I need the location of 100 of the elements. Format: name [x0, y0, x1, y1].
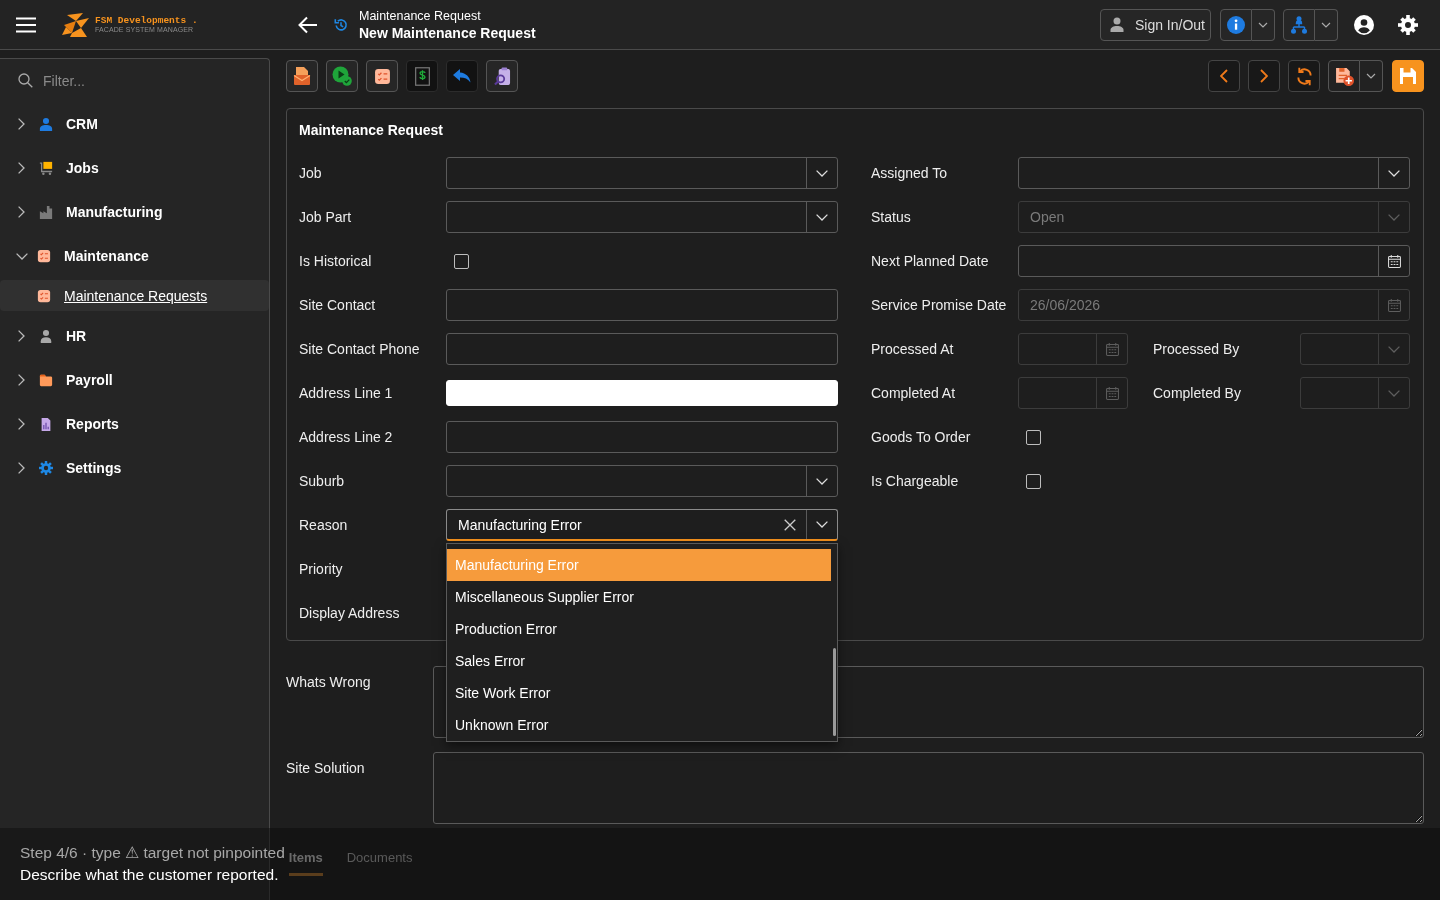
field-label: Goods To Order	[871, 429, 972, 445]
chevron-right-icon[interactable]	[18, 162, 25, 174]
nav-item[interactable]: Payroll	[0, 358, 269, 402]
previous-button[interactable]	[1208, 60, 1240, 92]
checkbox[interactable]	[1026, 429, 1041, 445]
select-field[interactable]	[446, 465, 838, 497]
info-button[interactable]	[1220, 8, 1252, 41]
checklist-icon	[37, 249, 51, 263]
org-chart-button[interactable]	[1283, 8, 1315, 41]
account-icon[interactable]	[1354, 14, 1374, 35]
sign-in-out-button[interactable]: Sign In/Out	[1099, 8, 1211, 41]
chevron-right-icon[interactable]	[18, 462, 25, 474]
nav-item[interactable]: Settings	[0, 446, 269, 490]
toolbar-button[interactable]	[406, 60, 438, 92]
dropdown-option[interactable]: Unknown Error	[447, 709, 831, 741]
field-label: Suburb	[299, 473, 346, 489]
caret-icon	[1321, 21, 1331, 28]
field-label: Display Address	[299, 605, 401, 621]
field-label: Site Solution	[286, 759, 366, 776]
nav-item[interactable]: CRM	[0, 102, 269, 146]
document-mail-icon	[292, 66, 312, 86]
person-icon	[39, 117, 53, 131]
field-label: Address Line 2	[299, 429, 394, 445]
cart-icon	[39, 161, 53, 175]
back-arrow-icon[interactable]	[298, 15, 318, 34]
scrollbar-thumb[interactable]	[833, 648, 836, 736]
field-label: Site Contact	[299, 297, 377, 313]
filter-field[interactable]: Filter...	[43, 69, 243, 92]
text-field[interactable]	[446, 421, 838, 453]
person-icon	[39, 329, 53, 343]
dropdown-option[interactable]: Site Work Error	[447, 677, 831, 709]
save-icon	[1399, 67, 1417, 85]
chevron-left-icon	[1220, 69, 1228, 83]
nav-item[interactable]: Maintenance	[0, 234, 269, 278]
floppy-plus-icon	[1334, 66, 1354, 86]
logo-name: FSM Developments .	[95, 14, 198, 26]
toolbar-button[interactable]	[326, 60, 358, 92]
checkbox[interactable]	[1026, 473, 1041, 489]
nav-item[interactable]: HR	[0, 314, 269, 358]
search-icon	[18, 73, 33, 88]
checklist-icon	[373, 67, 391, 85]
dollar-document-icon	[414, 66, 430, 86]
chevron-right-icon[interactable]	[18, 118, 25, 130]
nav-item[interactable]: Maintenance Requests	[0, 280, 269, 311]
person-icon	[1109, 17, 1124, 32]
settings-icon[interactable]	[1398, 14, 1418, 35]
section-title: Maintenance Request	[299, 122, 443, 138]
text-field[interactable]	[446, 333, 838, 365]
dropdown-option[interactable]: Production Error	[447, 613, 831, 645]
select-field[interactable]	[446, 157, 838, 189]
chevron-down-icon[interactable]	[16, 252, 28, 260]
select-field[interactable]	[446, 201, 838, 233]
select-field[interactable]	[1018, 157, 1410, 189]
refresh-icon	[1295, 66, 1313, 86]
save-button[interactable]	[1392, 60, 1424, 92]
field-label: Processed At	[871, 341, 955, 357]
field-label: Whats Wrong	[286, 673, 372, 690]
field-label: Processed By	[1153, 341, 1241, 357]
caret-icon	[1366, 73, 1376, 79]
history-icon	[334, 17, 348, 32]
folder-icon	[39, 373, 53, 387]
toolbar-button[interactable]	[446, 60, 478, 92]
gear-icon	[39, 461, 53, 475]
nav-item[interactable]: Jobs	[0, 146, 269, 190]
toolbar-button[interactable]	[286, 60, 318, 92]
toolbar-button[interactable]	[486, 60, 518, 92]
field-label: Completed At	[871, 385, 957, 401]
field-label: Service Promise Date	[871, 297, 1008, 313]
menu-icon[interactable]	[16, 16, 36, 33]
refresh-button[interactable]	[1288, 60, 1320, 92]
field-label: Next Planned Date	[871, 253, 990, 269]
date-field[interactable]	[1018, 245, 1410, 277]
chevron-right-icon[interactable]	[18, 374, 25, 386]
text-field[interactable]	[446, 289, 838, 321]
field-label: Assigned To	[871, 165, 948, 181]
save-new-button[interactable]	[1328, 60, 1360, 92]
play-check-icon	[332, 66, 352, 86]
select-field[interactable]: Manufacturing Error	[446, 509, 838, 541]
nav-item[interactable]: Reports	[0, 402, 269, 446]
field-label: Status	[871, 209, 912, 225]
logo-icon	[62, 12, 90, 37]
text-area[interactable]	[433, 752, 1424, 824]
field-label: Completed By	[1153, 385, 1242, 401]
checkbox[interactable]	[454, 253, 469, 269]
clear-icon[interactable]	[784, 518, 796, 531]
reply-arrow-icon	[453, 69, 471, 83]
chevron-right-icon[interactable]	[18, 418, 25, 430]
dropdown-option[interactable]: Sales Error	[447, 645, 831, 677]
chevron-right-icon[interactable]	[18, 330, 25, 342]
field-label: Site Contact Phone	[299, 341, 421, 357]
field-label: Reason	[299, 517, 349, 533]
chevron-right-icon[interactable]	[18, 206, 25, 218]
dropdown-option[interactable]: Miscellaneous Supplier Error	[447, 581, 831, 613]
toolbar-button[interactable]	[366, 60, 398, 92]
next-button[interactable]	[1248, 60, 1280, 92]
report-icon	[39, 417, 53, 431]
field-label: Is Chargeable	[871, 473, 960, 489]
field-label: Priority	[299, 561, 344, 577]
checklist-icon	[37, 288, 51, 303]
nav-item[interactable]: Manufacturing	[0, 190, 269, 234]
